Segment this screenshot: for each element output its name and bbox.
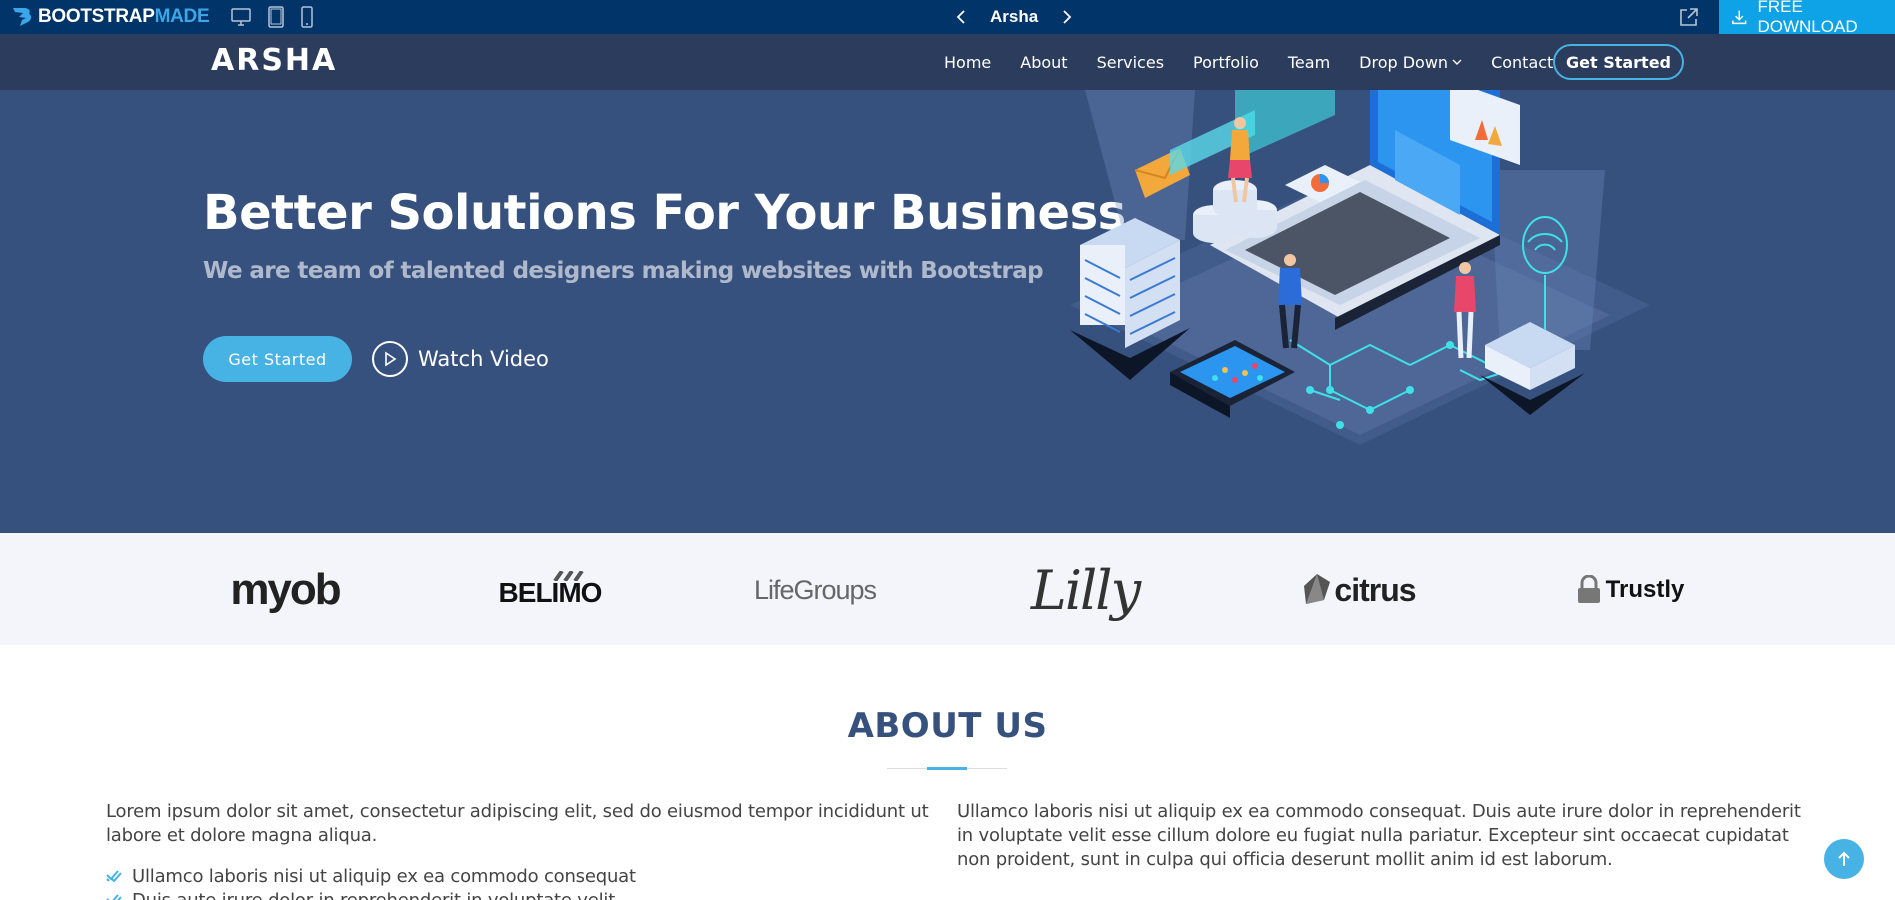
theme-switcher: Arsha [950,0,1078,34]
client-logo-citrus: citrus [1290,555,1430,625]
hero-get-started-button[interactable]: Get Started [203,336,352,382]
nav-dropdown-label: Drop Down [1359,52,1449,72]
list-item-text: Duis aute irure dolor in reprehenderit i… [132,889,616,900]
about-right-paragraph: Ullamco laboris nisi ut aliquip ex ea co… [957,801,1801,870]
external-link-icon[interactable] [1676,4,1702,30]
theme-name: Arsha [990,7,1039,26]
nav-dropdown[interactable]: Drop Down [1359,53,1462,72]
tablet-icon[interactable] [267,6,285,28]
client-logo-text: citrus [1334,571,1416,608]
double-check-icon [106,870,122,883]
list-item: Duis aute irure dolor in reprehenderit i… [106,888,636,900]
client-logo-myob: myob [225,555,345,625]
client-logo-lifegroups: LifeGroups [753,555,877,625]
client-logo-belimo: BELIMO [490,555,610,625]
site-header: ARSHA Home About Services Portfolio Team… [0,34,1895,90]
header-get-started-button[interactable]: Get Started [1553,44,1684,80]
nav-team[interactable]: Team [1288,53,1330,72]
about-checklist: Ullamco laboris nisi ut aliquip ex ea co… [106,864,636,900]
preview-bar: BOOTSTRAPMADE Arsha FREE DOWNLOAD [0,0,1895,36]
bootstrapmade-wordmark-accent: MADE [154,6,210,27]
double-check-icon [106,894,122,900]
nav-home[interactable]: Home [944,53,991,72]
chevron-down-icon [1452,59,1462,65]
next-theme-icon[interactable] [1056,6,1078,28]
clients-strip: myob BELIMO LifeGroups Lilly citrus Trus… [0,533,1895,645]
back-to-top-button[interactable] [1824,839,1864,879]
watch-video-label: Watch Video [418,347,549,371]
list-item-text: Ullamco laboris nisi ut aliquip ex ea co… [132,865,636,887]
bootstrapmade-wordmark: BOOTSTRAPMADE [38,6,210,28]
client-logo-text: Trustly [1605,576,1685,603]
padlock-icon [1577,575,1600,603]
client-logo-text: LifeGroups [753,574,877,605]
prev-theme-icon[interactable] [950,6,972,28]
bootstrapmade-mark-icon [13,8,32,26]
main-nav: Home About Services Portfolio Team Drop … [944,34,1553,90]
hero-subtitle: We are team of talented designers making… [203,258,1044,284]
client-logo-trustly: Trustly [1555,555,1705,625]
hero-illustration [1070,90,1650,445]
nav-portfolio[interactable]: Portfolio [1193,53,1259,72]
nav-about[interactable]: About [1020,53,1067,72]
hero-section: Better Solutions For Your Business We ar… [0,90,1895,533]
citrus-mark-icon [1304,574,1331,604]
bootstrapmade-wordmark-main: BOOTSTRAP [38,6,155,27]
client-logo-text: myob [230,565,341,614]
bootstrapmade-logo[interactable]: BOOTSTRAPMADE [10,0,210,34]
free-download-button[interactable]: FREE DOWNLOAD [1719,0,1895,36]
about-left-paragraph: Lorem ipsum dolor sit amet, consectetur … [106,801,929,846]
client-logo-text: Lilly [1030,558,1141,622]
client-logo-text: BELIMO [498,577,603,608]
mobile-icon[interactable] [301,6,314,28]
desktop-icon[interactable] [231,8,252,26]
watch-video-button[interactable]: Watch Video [372,340,549,378]
nav-contact[interactable]: Contact [1491,53,1553,72]
arrow-up-icon [1838,851,1850,866]
nav-services[interactable]: Services [1097,53,1164,72]
download-icon [1732,10,1747,25]
play-icon [372,341,408,377]
free-download-label: FREE DOWNLOAD [1757,0,1858,36]
about-title: ABOUT US [847,706,1048,746]
client-logo-lilly: Lilly [1020,555,1150,625]
hero-title: Better Solutions For Your Business [203,185,1126,241]
list-item: Ullamco laboris nisi ut aliquip ex ea co… [106,864,636,888]
title-accent-bar [927,767,967,770]
site-logo[interactable]: ARSHA [211,43,337,78]
device-switcher [231,6,314,28]
